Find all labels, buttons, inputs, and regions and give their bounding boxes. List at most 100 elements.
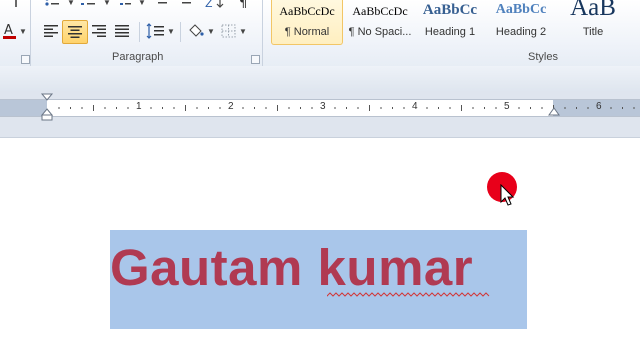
ruler-number: 4: [412, 101, 418, 112]
ruler-tick: [346, 107, 347, 109]
style-heading-2[interactable]: AaBbCc Heading 2: [488, 0, 554, 44]
line-spacing-button[interactable]: ▼: [146, 23, 175, 39]
increase-indent-icon: [182, 2, 191, 4]
ruler-tick: [541, 107, 543, 109]
chevron-down-icon[interactable]: ▼: [19, 27, 27, 36]
ruler-tick: [173, 107, 175, 109]
ruler-tick: [426, 107, 428, 109]
chevron-down-icon[interactable]: ▼: [103, 0, 111, 7]
ruler-tick: [70, 107, 71, 109]
style-name: ¶ No Spaci...: [348, 26, 412, 38]
justify-icon: [115, 25, 129, 37]
ribbon: ▼ ▼ ▼ Z ¶ A ▼ ▼ ▼ ▼ Paragraph AaBbCcDc ¶…: [0, 0, 640, 67]
toolbar-divider: [180, 22, 181, 42]
ruler-tick: [622, 107, 623, 109]
borders-icon: [221, 24, 236, 38]
ruler-tick: [185, 105, 186, 111]
font-dialog-launcher[interactable]: [21, 55, 30, 64]
ruler-tick: [254, 107, 255, 109]
style-sample: AaBbCcDc: [352, 4, 408, 18]
indent-marker-icon[interactable]: [40, 93, 54, 121]
ruler-number: 2: [228, 101, 234, 112]
numbering-icon: [81, 3, 95, 5]
bullets-button[interactable]: ▼: [44, 0, 75, 10]
style-name: Title: [582, 26, 604, 38]
style-sample: AaBbCcDc: [279, 4, 335, 18]
chevron-down-icon[interactable]: ▼: [67, 0, 75, 7]
increase-indent-button[interactable]: [176, 0, 194, 10]
ruler-tick: [242, 107, 244, 109]
ruler-tick: [518, 107, 520, 109]
style-normal[interactable]: AaBbCcDc ¶ Normal: [271, 0, 343, 45]
right-indent-marker-icon[interactable]: [547, 107, 561, 117]
group-separator: [262, 0, 263, 66]
style-title[interactable]: AaB Title: [560, 0, 626, 44]
style-sample: AaB: [570, 0, 616, 21]
show-hide-button[interactable]: ¶: [238, 0, 252, 10]
styles-gallery: AaBbCcDc ¶ Normal AaBbCcDc ¶ No Spaci...…: [268, 0, 640, 46]
ruler-tick: [633, 107, 635, 109]
ruler-tick: [495, 107, 497, 109]
ruler-tick: [162, 107, 163, 109]
ruler-tick: [288, 107, 290, 109]
svg-text:¶: ¶: [239, 0, 247, 9]
format-painter-icon: [15, 0, 17, 7]
ruler-tick: [564, 107, 566, 109]
justify-button[interactable]: [113, 23, 131, 39]
ruler-tick: [277, 105, 278, 111]
style-name: ¶ Normal: [284, 26, 330, 38]
ruler-number: 6: [596, 101, 602, 112]
ruler-tick: [357, 107, 359, 109]
ruler-tick: [196, 107, 198, 109]
multilevel-list-button[interactable]: ▼: [115, 0, 146, 10]
ruler-tick: [116, 107, 117, 109]
style-heading-1[interactable]: AaBbCc Heading 1: [419, 0, 481, 44]
align-center-button[interactable]: [62, 20, 88, 44]
ruler-tick: [208, 107, 209, 109]
ruler-tick: [127, 107, 129, 109]
ruler-number: 3: [320, 101, 326, 112]
align-left-icon: [44, 25, 58, 37]
ruler-tick: [587, 107, 589, 109]
ruler-tick: [576, 107, 577, 109]
chevron-down-icon[interactable]: ▼: [239, 27, 247, 36]
pilcrow-icon: ¶: [239, 0, 247, 9]
font-color-button[interactable]: A ▼: [2, 23, 27, 39]
style-name: Heading 1: [424, 26, 476, 38]
spelling-error-underline: [327, 292, 490, 297]
chevron-down-icon[interactable]: ▼: [207, 27, 215, 36]
borders-button[interactable]: ▼: [220, 23, 247, 39]
ruler-tick: [530, 107, 531, 109]
document-text[interactable]: Gautam kumar: [110, 238, 473, 297]
ruler-tick: [484, 107, 485, 109]
svg-text:Z: Z: [205, 0, 213, 9]
ruler-tick: [392, 107, 393, 109]
horizontal-ruler-area: 1 2 3 4 5 6: [0, 91, 640, 138]
ruler-tick: [58, 107, 60, 109]
ruler-tick: [219, 107, 221, 109]
ruler-tick: [461, 105, 462, 111]
align-right-button[interactable]: [90, 23, 108, 39]
bullets-icon: [45, 0, 59, 6]
style-name: Heading 2: [495, 26, 547, 38]
font-color-icon: A: [3, 23, 16, 39]
paragraph-dialog-launcher[interactable]: [251, 55, 260, 64]
shading-button[interactable]: ▼: [186, 23, 215, 39]
chevron-down-icon[interactable]: ▼: [167, 27, 175, 36]
style-sample: AaBbCc: [495, 2, 547, 17]
ruler-tick: [449, 107, 451, 109]
ruler-tick: [81, 107, 83, 109]
ruler-tick: [334, 107, 336, 109]
decrease-indent-button[interactable]: [152, 0, 170, 10]
ruler-tick: [380, 107, 382, 109]
format-painter-button[interactable]: [8, 0, 26, 10]
decrease-indent-icon: [158, 2, 167, 4]
sort-button[interactable]: Z: [205, 0, 227, 10]
chevron-down-icon[interactable]: ▼: [138, 0, 146, 7]
ruler-tick: [369, 105, 370, 111]
horizontal-ruler[interactable]: 1 2 3 4 5 6: [0, 99, 640, 117]
ruler-tick: [265, 107, 267, 109]
align-left-button[interactable]: [42, 23, 60, 39]
style-no-spacing[interactable]: AaBbCcDc ¶ No Spaci...: [344, 0, 416, 44]
numbering-button[interactable]: ▼: [80, 0, 111, 10]
